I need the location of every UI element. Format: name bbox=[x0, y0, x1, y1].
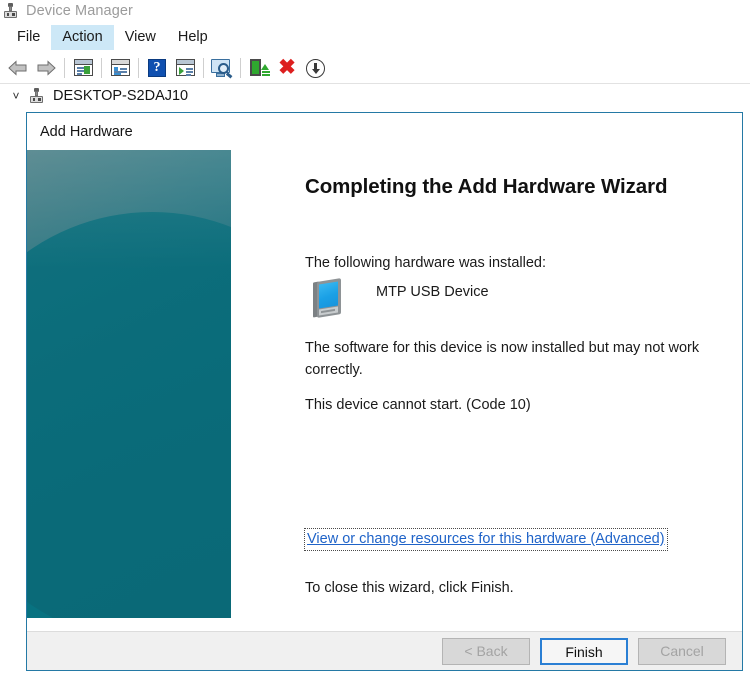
show-details-icon[interactable] bbox=[106, 55, 134, 81]
red-x-glyph: ✖ bbox=[278, 56, 296, 79]
download-arrow-glyph bbox=[306, 59, 325, 78]
separator-1 bbox=[64, 58, 65, 78]
error-code-message: This device cannot start. (Code 10) bbox=[305, 397, 531, 413]
help-question-glyph: ? bbox=[148, 59, 166, 77]
advanced-resources-link-text: View or change resources for this hardwa… bbox=[307, 531, 665, 547]
properties-icon[interactable] bbox=[69, 55, 97, 81]
dialog-footer: < Back Finish Cancel bbox=[27, 631, 742, 670]
installed-hardware-label: The following hardware was installed: bbox=[305, 255, 546, 271]
banner-sheen-decoration bbox=[27, 150, 231, 270]
back-arrow-icon[interactable] bbox=[4, 55, 32, 81]
tree-root-label[interactable]: DESKTOP-S2DAJ10 bbox=[53, 88, 188, 104]
chevron-down-icon[interactable]: ˅ bbox=[8, 88, 24, 104]
separator-5 bbox=[240, 58, 241, 78]
update-window-glyph bbox=[176, 59, 195, 76]
separator-2 bbox=[101, 58, 102, 78]
details-window-glyph bbox=[111, 59, 130, 76]
driver-update-glyph bbox=[250, 59, 270, 78]
advanced-resources-link[interactable]: View or change resources for this hardwa… bbox=[304, 528, 668, 551]
computer-device-icon bbox=[29, 88, 45, 104]
separator-4 bbox=[203, 58, 204, 78]
toolbar: ? ✖ bbox=[0, 53, 750, 84]
back-button[interactable]: < Back bbox=[442, 637, 530, 665]
add-hardware-dialog: Add Hardware Completing the Add Hardware… bbox=[26, 112, 743, 671]
scan-hardware-changes-icon[interactable] bbox=[208, 55, 236, 81]
menu-item-help[interactable]: Help bbox=[167, 25, 219, 51]
window-title: Device Manager bbox=[26, 3, 133, 19]
menu-item-file[interactable]: File bbox=[6, 25, 51, 51]
help-icon[interactable]: ? bbox=[143, 55, 171, 81]
window-titlebar: Device Manager bbox=[0, 0, 750, 22]
uninstall-device-icon[interactable]: ✖ bbox=[273, 55, 301, 81]
scan-monitor-glyph bbox=[211, 59, 233, 79]
device-manager-window: Device Manager File Action View Help ? ✖… bbox=[0, 0, 750, 679]
forward-arrow-glyph bbox=[37, 60, 56, 76]
portable-media-device-icon bbox=[311, 278, 345, 318]
computer-device-icon bbox=[3, 3, 19, 19]
close-instruction-label: To close this wizard, click Finish. bbox=[305, 580, 514, 596]
wizard-banner-image bbox=[27, 150, 231, 618]
separator-3 bbox=[138, 58, 139, 78]
wizard-content: Completing the Add Hardware Wizard The f… bbox=[231, 150, 742, 631]
install-status-message: The software for this device is now inst… bbox=[305, 340, 700, 378]
page-title: Completing the Add Hardware Wizard bbox=[305, 175, 668, 198]
dialog-titlebar: Add Hardware bbox=[27, 113, 742, 150]
menu-item-view[interactable]: View bbox=[114, 25, 167, 51]
update-device-icon[interactable] bbox=[171, 55, 199, 81]
menu-bar: File Action View Help bbox=[0, 22, 750, 53]
window-bottom-strip bbox=[0, 671, 750, 679]
update-driver-icon[interactable] bbox=[245, 55, 273, 81]
back-arrow-glyph bbox=[8, 60, 27, 76]
device-tree: ˅ DESKTOP-S2DAJ10 bbox=[0, 85, 750, 107]
dialog-body: Completing the Add Hardware Wizard The f… bbox=[27, 150, 742, 631]
finish-button[interactable]: Finish bbox=[540, 637, 628, 665]
dialog-title: Add Hardware bbox=[40, 123, 133, 140]
properties-window-glyph bbox=[74, 59, 93, 76]
banner-arc-decoration bbox=[27, 212, 231, 618]
disable-device-icon[interactable] bbox=[301, 55, 329, 81]
forward-arrow-icon[interactable] bbox=[32, 55, 60, 81]
menu-item-action[interactable]: Action bbox=[51, 24, 114, 51]
cancel-button[interactable]: Cancel bbox=[638, 637, 726, 665]
device-name-label: MTP USB Device bbox=[376, 284, 489, 300]
